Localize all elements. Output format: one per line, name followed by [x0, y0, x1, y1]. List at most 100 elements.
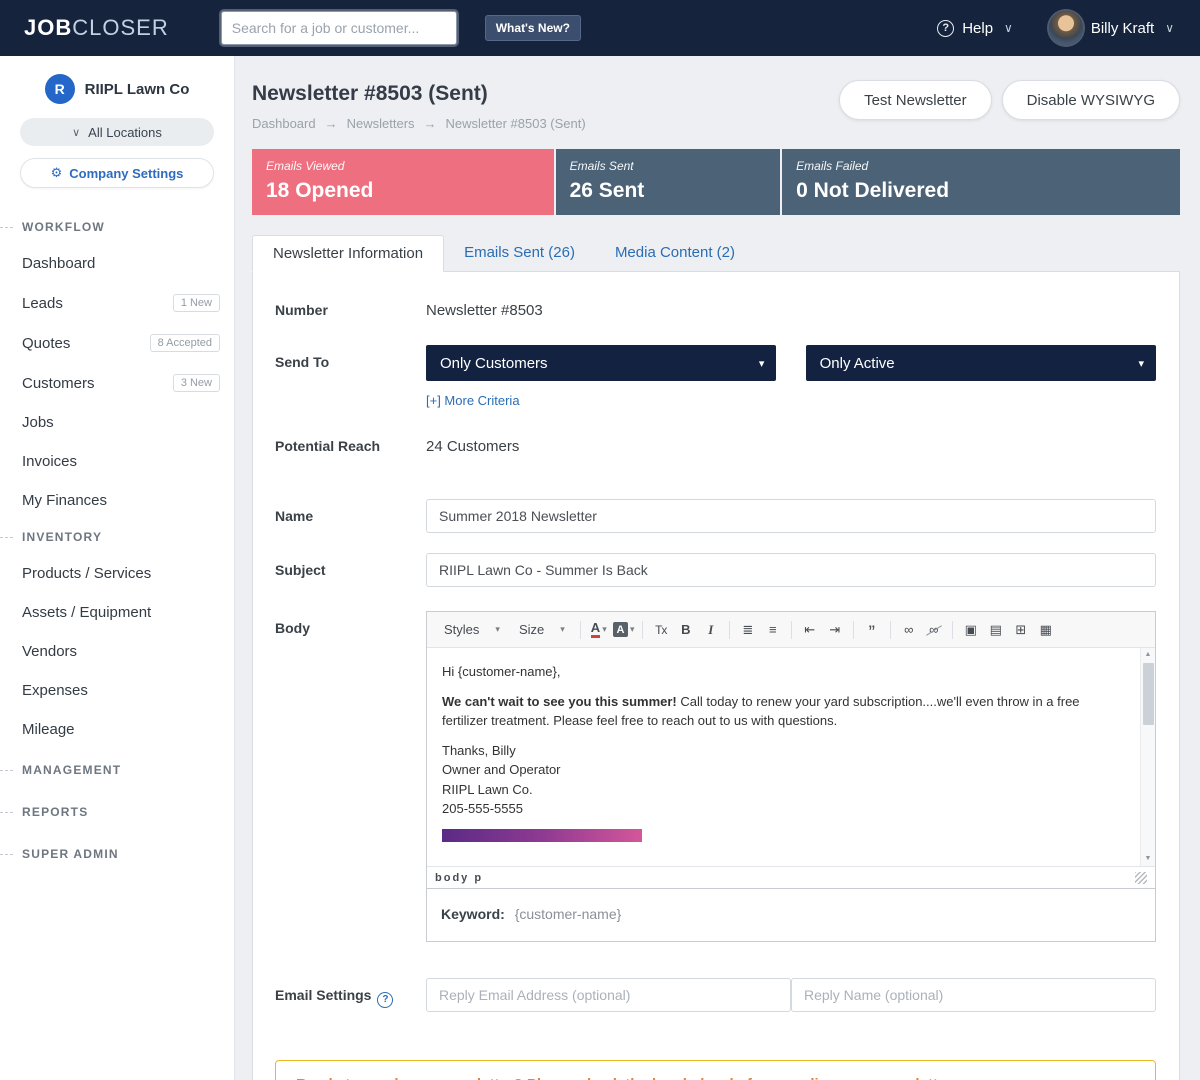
email-body-content[interactable]: Hi {customer-name}, We can't wait to see…: [427, 648, 1155, 866]
user-avatar: [1049, 11, 1083, 45]
sidebar-item-quotes[interactable]: Quotes 8 Accepted: [0, 323, 234, 363]
arrow-right-icon: →: [325, 116, 338, 131]
scrollbar-thumb[interactable]: [1143, 663, 1154, 725]
whats-new-button[interactable]: What's New?: [485, 15, 581, 41]
section-reports[interactable]: REPORTS: [0, 791, 234, 833]
sidebar-item-my-finances[interactable]: My Finances: [0, 481, 234, 520]
number-row: Number Newsletter #8503: [275, 300, 1156, 319]
stat-value: 0 Not Delivered: [796, 179, 1166, 203]
newsletter-information-panel: Number Newsletter #8503 Send To Only Cus…: [252, 271, 1180, 1080]
customers-badge: 3 New: [173, 374, 220, 392]
help-icon: ?: [937, 20, 954, 37]
email-banner-image: [442, 829, 642, 842]
editor-scrollbar[interactable]: ▲ ▼: [1140, 648, 1155, 866]
help-menu[interactable]: ? Help ∨: [937, 20, 1013, 37]
embed-icon[interactable]: ▤: [984, 618, 1008, 642]
image-icon[interactable]: ▣: [959, 618, 983, 642]
text-color-icon[interactable]: A ▾: [587, 618, 611, 642]
arrow-right-icon: →: [424, 116, 437, 131]
company-header: R RIIPL Lawn Co: [0, 74, 234, 104]
chevron-down-icon: ∨: [1004, 21, 1013, 35]
newsletter-name-input[interactable]: [426, 499, 1156, 533]
disable-wysiwyg-button[interactable]: Disable WYSIWYG: [1002, 80, 1180, 120]
topbar: JOBCLOSER What's New? ? Help ∨ Billy Kra…: [0, 0, 1200, 56]
chevron-down-icon: ∨: [72, 126, 80, 139]
tab-newsletter-information[interactable]: Newsletter Information: [252, 235, 444, 272]
element-path[interactable]: body p: [435, 872, 483, 884]
outdent-icon[interactable]: ⇤: [798, 618, 822, 642]
stat-label: Emails Sent: [570, 159, 767, 173]
sidebar-item-expenses[interactable]: Expenses: [0, 671, 234, 710]
sidebar-item-vendors[interactable]: Vendors: [0, 632, 234, 671]
global-search-input[interactable]: [221, 11, 457, 45]
italic-icon[interactable]: I: [699, 618, 723, 642]
blockquote-icon[interactable]: ”: [860, 618, 884, 642]
user-menu[interactable]: Billy Kraft ∨: [1049, 11, 1174, 45]
sidebar-item-label: Invoices: [22, 453, 77, 470]
caret-down-icon: ▾: [1138, 357, 1144, 370]
send-confirmation-warning: Ready to send your newsletter? Please ch…: [275, 1060, 1156, 1080]
sidebar-item-jobs[interactable]: Jobs: [0, 403, 234, 442]
sidebar-item-label: Products / Services: [22, 565, 151, 582]
caret-down-icon: ▾: [495, 624, 500, 635]
bold-icon[interactable]: B: [674, 618, 698, 642]
reply-email-input[interactable]: [426, 978, 791, 1012]
sidebar-item-customers[interactable]: Customers 3 New: [0, 363, 234, 403]
resize-handle-icon[interactable]: [1135, 872, 1147, 884]
table-icon[interactable]: ⊞: [1009, 618, 1033, 642]
logo-primary: JOB: [24, 15, 72, 40]
ordered-list-icon[interactable]: ≣: [736, 618, 760, 642]
scroll-up-icon[interactable]: ▲: [1145, 650, 1152, 661]
unordered-list-icon[interactable]: ≡: [761, 618, 785, 642]
section-super-admin[interactable]: SUPER ADMIN: [0, 833, 234, 875]
sidebar-item-mileage[interactable]: Mileage: [0, 710, 234, 749]
link-icon[interactable]: ∞: [897, 618, 921, 642]
tab-bar: Newsletter Information Emails Sent (26) …: [252, 235, 1180, 271]
section-management[interactable]: MANAGEMENT: [0, 749, 234, 791]
newsletter-subject-input[interactable]: [426, 553, 1156, 587]
sidebar-item-label: Leads: [22, 295, 63, 312]
leads-badge: 1 New: [173, 294, 220, 312]
sidebar-item-invoices[interactable]: Invoices: [0, 442, 234, 481]
user-name: Billy Kraft: [1091, 20, 1154, 37]
info-icon[interactable]: ?: [377, 992, 393, 1008]
test-newsletter-button[interactable]: Test Newsletter: [839, 80, 992, 120]
sidebar-item-label: My Finances: [22, 492, 107, 509]
send-to-status-select[interactable]: Only Active ▾: [806, 345, 1156, 381]
remove-format-icon[interactable]: Tx: [649, 618, 673, 642]
reply-name-input[interactable]: [791, 978, 1156, 1012]
maximize-icon[interactable]: ▦: [1034, 618, 1058, 642]
styles-dropdown[interactable]: Styles ▾: [435, 618, 509, 642]
breadcrumb-dashboard[interactable]: Dashboard: [252, 116, 316, 131]
logo-secondary: CLOSER: [72, 15, 168, 40]
size-dropdown[interactable]: Size ▾: [510, 618, 574, 642]
scroll-down-icon[interactable]: ▼: [1145, 854, 1152, 865]
locations-select[interactable]: ∨ All Locations: [20, 118, 214, 146]
main-content: Newsletter #8503 (Sent) Dashboard → News…: [235, 56, 1200, 1080]
number-value: Newsletter #8503: [426, 300, 1156, 319]
number-label: Number: [275, 300, 426, 318]
breadcrumb-newsletters[interactable]: Newsletters: [347, 116, 415, 131]
sidebar-item-leads[interactable]: Leads 1 New: [0, 283, 234, 323]
tab-emails-sent[interactable]: Emails Sent (26): [444, 235, 595, 271]
send-to-row: Send To Only Customers ▾ Only Active ▾: [275, 345, 1156, 410]
app-logo[interactable]: JOBCLOSER: [24, 15, 169, 41]
sidebar-item-assets-equipment[interactable]: Assets / Equipment: [0, 593, 234, 632]
send-to-audience-select[interactable]: Only Customers ▾: [426, 345, 776, 381]
sidebar-item-products-services[interactable]: Products / Services: [0, 554, 234, 593]
sidebar-item-dashboard[interactable]: Dashboard: [0, 244, 234, 283]
shell: R RIIPL Lawn Co ∨ All Locations ⚙ Compan…: [0, 56, 1200, 1080]
tab-media-content[interactable]: Media Content (2): [595, 235, 755, 271]
sidebar-item-label: Jobs: [22, 414, 54, 431]
more-criteria-link[interactable]: [+] More Criteria: [426, 393, 520, 408]
indent-icon[interactable]: ⇥: [823, 618, 847, 642]
background-color-icon[interactable]: A ▾: [612, 618, 636, 642]
body-label: Body: [275, 611, 426, 636]
potential-reach-label: Potential Reach: [275, 436, 426, 454]
page-head: Newsletter #8503 (Sent) Dashboard → News…: [252, 74, 1180, 131]
company-settings-button[interactable]: ⚙ Company Settings: [20, 158, 214, 188]
keyword-label: Keyword:: [441, 906, 505, 922]
unlink-icon[interactable]: ∞: [922, 618, 946, 642]
body-greeting: Hi {customer-name},: [442, 662, 1127, 682]
stat-emails-failed: Emails Failed 0 Not Delivered: [782, 149, 1180, 215]
